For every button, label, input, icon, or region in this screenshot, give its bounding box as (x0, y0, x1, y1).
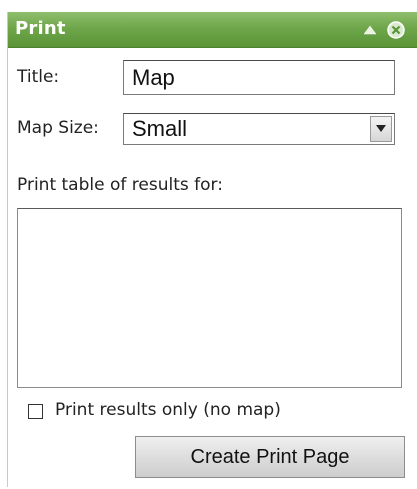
results-table-label: Print table of results for: (17, 175, 223, 195)
results-only-label[interactable]: Print results only (no map) (55, 400, 281, 420)
panel-titlebar: Print (8, 12, 417, 48)
results-list-box[interactable] (17, 208, 402, 388)
panel-title: Print (15, 18, 66, 39)
title-input[interactable] (123, 60, 395, 95)
chevron-down-icon (376, 125, 386, 132)
map-size-select[interactable]: Small (123, 113, 395, 145)
create-print-page-button[interactable]: Create Print Page (135, 436, 405, 478)
title-label: Title: (17, 67, 60, 87)
results-only-checkbox[interactable] (28, 404, 43, 419)
collapse-icon[interactable] (360, 20, 380, 40)
dropdown-arrow-button[interactable] (370, 116, 392, 142)
map-size-label: Map Size: (17, 118, 99, 138)
close-icon[interactable] (386, 20, 406, 40)
map-size-value: Small (132, 116, 188, 141)
